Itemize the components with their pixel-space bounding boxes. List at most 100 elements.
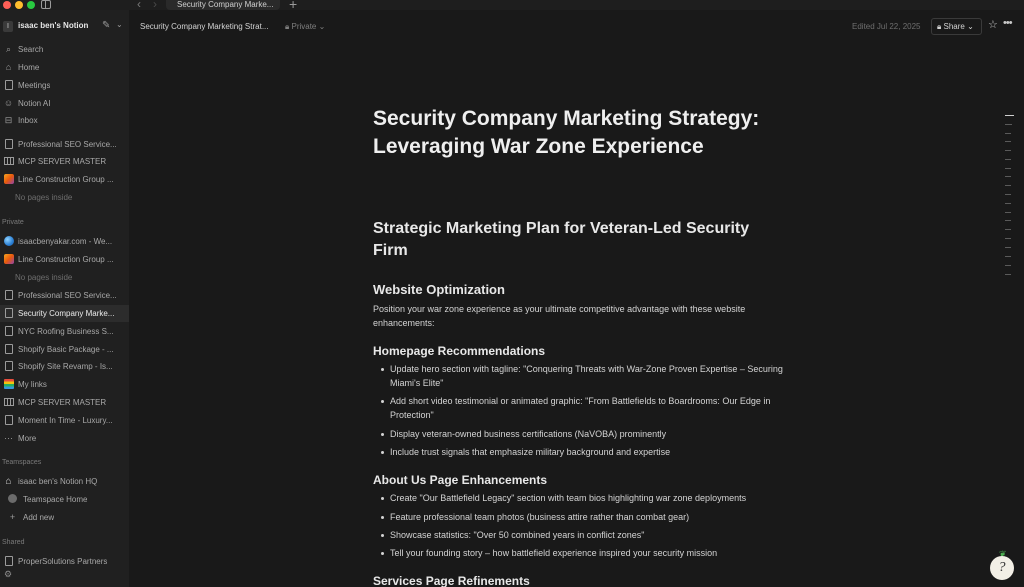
sidebar-item-notion-ai[interactable]: ☺ Notion AI: [0, 95, 129, 112]
page-icon: [3, 415, 14, 426]
sidebar: I isaac ben's Notion ✎ ⌄ ⌕ Search ⌂ Home…: [0, 10, 129, 587]
settings-gear-icon[interactable]: ⚙: [4, 569, 12, 580]
sidebar-item-label: Inbox: [18, 116, 38, 125]
sidebar-item-label: Line Construction Group ...: [18, 255, 114, 264]
sidebar-item-label: Professional SEO Service...: [18, 291, 117, 300]
sidebar-item-current-page[interactable]: Security Company Marke...: [0, 305, 129, 322]
globe-icon: [3, 236, 14, 247]
sidebar-item-label: Line Construction Group ...: [18, 175, 114, 184]
section-label-teamspaces[interactable]: Teamspaces: [2, 459, 41, 466]
favorite-star-icon[interactable]: ☆: [988, 18, 998, 31]
sidebar-item-page[interactable]: Line Construction Group ...: [0, 171, 129, 188]
home-icon: ⌂: [5, 62, 12, 72]
page-icon: [3, 556, 14, 567]
sidebar-item-teamspace-home[interactable]: Teamspace Home: [0, 491, 129, 508]
chevron-down-icon: ⌄: [318, 22, 326, 31]
page-icon: [3, 344, 14, 355]
sidebar-item-more[interactable]: ··· More: [0, 430, 129, 447]
sidebar-item-label: Home: [18, 63, 40, 72]
sidebar-item-label: Add new: [23, 513, 55, 522]
list-item[interactable]: Display veteran-owned business certifica…: [381, 428, 783, 442]
list-item[interactable]: Update hero section with tagline: "Conqu…: [381, 363, 783, 390]
zoom-window-button[interactable]: [27, 1, 35, 9]
inbox-icon: ⊟: [4, 115, 13, 125]
sidebar-item-label: My links: [18, 380, 47, 389]
toggle-sidebar-icon[interactable]: [41, 0, 51, 9]
share-button[interactable]: 🔒︎ Share ⌄: [931, 18, 982, 35]
workspace-switcher[interactable]: I isaac ben's Notion ✎ ⌄: [0, 18, 129, 36]
books-icon: [3, 379, 14, 390]
minimize-window-button[interactable]: [15, 1, 23, 9]
sidebar-item-search[interactable]: ⌕ Search: [0, 41, 129, 58]
workspace-name: isaac ben's Notion: [18, 21, 89, 30]
sidebar-item-page[interactable]: ProperSolutions Partners: [0, 553, 129, 570]
list-item[interactable]: Showcase statistics: "Over 50 combined y…: [381, 529, 783, 543]
list-item[interactable]: Include trust signals that emphasize mil…: [381, 446, 783, 460]
heading-services[interactable]: Services Page Refinements: [373, 574, 530, 587]
sidebar-item-page[interactable]: MCP SERVER MASTER: [0, 153, 129, 170]
sidebar-item-page[interactable]: Shopify Basic Package - ...: [0, 341, 129, 358]
sidebar-item-meetings[interactable]: Meetings: [0, 77, 129, 94]
page-icon: [3, 139, 14, 150]
empty-pages-label: No pages inside: [15, 273, 73, 282]
section-label-shared[interactable]: Shared: [2, 539, 25, 546]
share-label: Share: [943, 22, 965, 31]
image-emoji-icon: [3, 174, 14, 185]
table-icon: [3, 397, 14, 408]
title-bar: ‹ › Security Company Marke... +: [0, 0, 1024, 12]
more-options-icon[interactable]: •••: [1003, 17, 1013, 29]
heading-about-us[interactable]: About Us Page Enhancements: [373, 473, 547, 487]
edited-timestamp: Edited Jul 22, 2025: [852, 22, 921, 31]
sidebar-item-page[interactable]: NYC Roofing Business S...: [0, 323, 129, 340]
sidebar-item-page[interactable]: Moment In Time - Luxury...: [0, 412, 129, 429]
sidebar-item-page[interactable]: Line Construction Group ...: [0, 251, 129, 268]
list-item[interactable]: Feature professional team photos (busine…: [381, 511, 783, 525]
section-label-private[interactable]: Private: [2, 219, 24, 226]
sidebar-item-inbox[interactable]: ⊟ Inbox: [0, 112, 129, 129]
privacy-label: Private: [291, 22, 317, 31]
privacy-selector[interactable]: 🔒︎ Private ⌄: [285, 22, 325, 32]
plus-icon: +: [9, 512, 16, 522]
sidebar-item-label: MCP SERVER MASTER: [18, 157, 107, 166]
meetings-icon: [3, 80, 14, 91]
sidebar-item-label: Professional SEO Service...: [18, 140, 117, 149]
sidebar-item-label: Notion AI: [18, 99, 51, 108]
list-item[interactable]: Create "Our Battlefield Legacy" section …: [381, 492, 783, 506]
sidebar-item-label: Moment In Time - Luxury...: [18, 416, 113, 425]
tab-current-page[interactable]: Security Company Marke...: [166, 0, 280, 10]
image-emoji-icon: [3, 254, 14, 265]
sidebar-item-page[interactable]: Professional SEO Service...: [0, 287, 129, 304]
close-window-button[interactable]: [3, 1, 11, 9]
house-icon: ⌂: [5, 476, 12, 487]
list-item[interactable]: Tell your founding story – how battlefie…: [381, 547, 783, 561]
sidebar-item-page[interactable]: My links: [0, 376, 129, 393]
heading-homepage-recommendations[interactable]: Homepage Recommendations: [373, 344, 545, 358]
sidebar-item-label: More: [18, 434, 37, 443]
empty-pages-note: No pages inside: [0, 269, 129, 286]
sidebar-item-label: MCP SERVER MASTER: [18, 398, 107, 407]
page-header: Security Company Marketing Strat... 🔒︎ P…: [129, 10, 1024, 44]
paragraph-intro[interactable]: Position your war zone experience as you…: [373, 303, 773, 330]
sidebar-item-home[interactable]: ⌂ Home: [0, 59, 129, 76]
sidebar-item-add-new[interactable]: + Add new: [0, 509, 129, 526]
page-icon: [3, 308, 14, 319]
heading-strategic-plan[interactable]: Strategic Marketing Plan for Veteran-Led…: [373, 218, 783, 262]
breadcrumb[interactable]: Security Company Marketing Strat...: [140, 22, 269, 31]
heading-website-optimization[interactable]: Website Optimization: [373, 282, 505, 297]
sidebar-item-label: Search: [18, 45, 44, 54]
chevron-down-icon: ⌄: [967, 22, 974, 31]
chevron-down-icon[interactable]: ⌄: [116, 20, 123, 29]
sidebar-item-teamspace[interactable]: ⌂ isaac ben's Notion HQ: [0, 473, 129, 490]
list-item[interactable]: Add short video testimonial or animated …: [381, 395, 783, 422]
page-icon: [3, 326, 14, 337]
sidebar-item-label: ProperSolutions Partners: [18, 557, 108, 566]
page-title[interactable]: Security Company Marketing Strategy: Lev…: [373, 105, 783, 160]
help-button[interactable]: ?: [990, 556, 1014, 580]
sidebar-item-page[interactable]: Professional SEO Service...: [0, 136, 129, 153]
sidebar-item-page[interactable]: MCP SERVER MASTER: [0, 394, 129, 411]
sidebar-item-page[interactable]: Shopify Site Revamp - Is...: [0, 358, 129, 375]
sidebar-item-page[interactable]: isaacbenyakar.com - We...: [0, 233, 129, 250]
page-icon: [3, 290, 14, 301]
sidebar-item-label: isaac ben's Notion HQ: [18, 477, 98, 486]
new-page-icon[interactable]: ✎: [102, 20, 110, 31]
